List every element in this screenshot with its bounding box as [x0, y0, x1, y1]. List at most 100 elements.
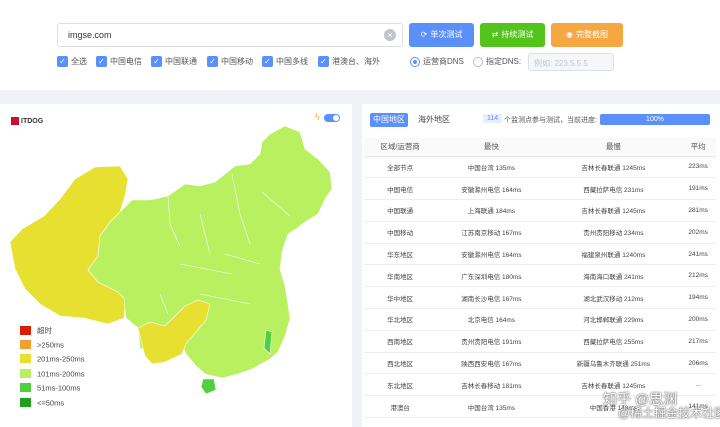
table-cell: 202ms: [680, 221, 716, 244]
legend-label: 101ms-200ms: [37, 368, 85, 378]
table-row: 华南地区 广东深圳电信 180ms 海南海口联通 241ms 212ms: [364, 264, 716, 288]
map-region-hainan[interactable]: [200, 378, 217, 395]
table-cell: 中国联通: [364, 199, 437, 222]
radio-custom-dns[interactable]: 指定DNS:: [473, 56, 521, 70]
table-cell: 华北地区: [364, 308, 437, 331]
table-cell: 212ms: [680, 264, 716, 288]
legend-label: <=50ms: [37, 397, 65, 407]
checkbox-overseas[interactable]: ✓ 港澳台、海外: [318, 56, 380, 70]
table-cell: 吉林长春联通 1245ms: [546, 199, 681, 222]
table-header-cell: 最慢: [546, 138, 681, 157]
clear-icon[interactable]: ×: [384, 29, 396, 41]
map-region-east[interactable]: [87, 125, 333, 379]
table-cell: 河北邯郸联通 229ms: [546, 308, 681, 331]
table-cell: 广东深圳电信 180ms: [436, 264, 547, 288]
table-cell: 194ms: [680, 286, 716, 310]
table-cell: ...: [680, 373, 716, 397]
table-row: 华北地区 北京电信 164ms 河北邯郸联通 229ms 200ms: [364, 308, 716, 331]
radio-operator-dns[interactable]: 运营商DNS: [410, 56, 464, 70]
tab-overseas[interactable]: 海外地区: [415, 113, 453, 127]
search-input[interactable]: imgse.com ×: [57, 23, 403, 47]
refresh-icon: ⟳: [420, 30, 428, 39]
checkbox-label: 中国多线: [276, 57, 308, 66]
table-cell: 西南地区: [364, 330, 437, 353]
radio-dot: [410, 56, 420, 67]
loop-icon: ⇄: [491, 30, 499, 39]
table-cell: 281ms: [680, 199, 716, 222]
watermark: @稀土掘金技术社区: [618, 406, 720, 420]
table-cell: 上海联通 184ms: [436, 199, 547, 222]
legend-item: 超时: [20, 325, 85, 340]
check-icon: ✓: [207, 56, 218, 67]
checkbox-label: 中国移动: [221, 57, 253, 66]
table-cell: 200ms: [680, 308, 716, 331]
radio-label: 运营商DNS: [423, 57, 464, 66]
table-cell: 港澳台: [364, 395, 437, 419]
table-cell: 西藏拉萨电信 231ms: [546, 177, 681, 201]
legend-label: 51ms-100ms: [37, 383, 81, 393]
checkbox-unicom[interactable]: ✓ 中国联通: [151, 56, 197, 70]
check-icon: ✓: [151, 56, 162, 67]
table-row: 中国移动 江苏南京移动 167ms 贵州贵阳移动 234ms 202ms: [364, 221, 716, 244]
screenshot-button[interactable]: ◉ 完整截图: [551, 23, 623, 47]
legend-swatch: [20, 339, 31, 349]
legend-item: <=50ms: [20, 397, 85, 413]
check-icon: ✓: [96, 56, 107, 67]
single-test-button[interactable]: ⟳ 单次测试: [409, 23, 474, 47]
table-cell: 中国台湾 135ms: [436, 395, 547, 419]
table-cell: 吉林长春移动 181ms: [436, 373, 547, 397]
table-row: 华中地区 湖南长沙电信 167ms 湖北武汉移动 212ms 194ms: [364, 286, 716, 310]
checkbox-multiline[interactable]: ✓ 中国多线: [262, 56, 308, 70]
table-cell: 217ms: [680, 330, 716, 353]
legend-swatch: [20, 354, 31, 364]
progress-text: 个监测点参与测试，当前进度:: [504, 117, 597, 124]
table-row: 西南地区 贵州贵阳电信 191ms 西藏拉萨电信 255ms 217ms: [364, 330, 716, 353]
table-cell: 江苏南京移动 167ms: [436, 221, 547, 244]
table-cell: 海南海口联通 241ms: [546, 264, 681, 288]
legend-item: 101ms-200ms: [20, 368, 85, 384]
table-cell: 西北地区: [364, 352, 437, 375]
node-count-badge: 114: [483, 114, 503, 123]
table-row: 中国联通 上海联通 184ms 吉林长春联通 1245ms 281ms: [364, 199, 716, 222]
table-header-cell: 平均: [680, 138, 716, 157]
continuous-test-button[interactable]: ⇄ 持续测试: [480, 23, 545, 47]
table-cell: 福建泉州联通 1240ms: [546, 243, 681, 266]
table-cell: 贵州贵阳电信 191ms: [436, 330, 547, 353]
legend-label: 201ms-250ms: [37, 354, 85, 364]
check-icon: ✓: [318, 56, 329, 67]
table-cell: 安徽滁州电信 164ms: [436, 177, 547, 201]
dns-input[interactable]: 例如: 223.5.5.5: [528, 53, 614, 71]
search-value[interactable]: imgse.com: [68, 30, 112, 40]
screenshot-label: 完整截图: [575, 30, 608, 39]
table-cell: 贵州贵阳移动 234ms: [546, 221, 681, 244]
check-icon: ✓: [57, 56, 68, 67]
table-cell: 中国电信: [364, 177, 437, 201]
checkbox-mobile[interactable]: ✓ 中国移动: [207, 56, 253, 70]
table-cell: 西藏拉萨电信 255ms: [546, 330, 681, 353]
continuous-test-label: 持续测试: [501, 30, 534, 39]
table-cell: 中国台湾 135ms: [436, 156, 547, 179]
tab-china[interactable]: 中国地区: [370, 113, 408, 127]
checkbox-select-all[interactable]: ✓ 全选: [57, 56, 87, 70]
table-cell: 华南地区: [364, 264, 437, 288]
table-cell: 华中地区: [364, 286, 437, 310]
checkbox-telecom[interactable]: ✓ 中国电信: [96, 56, 142, 70]
radio-dot: [473, 56, 483, 67]
single-test-label: 单次测试: [430, 30, 463, 39]
table-cell: 华东地区: [364, 243, 437, 266]
table-cell: 湖北武汉移动 212ms: [546, 286, 681, 310]
table-cell: 北京电信 164ms: [436, 308, 547, 331]
table-row: 西北地区 陕西西安电信 167ms 新疆乌鲁木齐联通 251ms 206ms: [364, 352, 716, 375]
table-cell: 241ms: [680, 243, 716, 266]
table-row: 全部节点 中国台湾 135ms 吉林长春联通 1245ms 223ms: [364, 156, 716, 179]
checkbox-label: 中国联通: [165, 57, 197, 66]
radio-label: 指定DNS:: [486, 57, 522, 66]
table-cell: 新疆乌鲁木齐联通 251ms: [546, 352, 681, 375]
legend-swatch: [20, 397, 31, 407]
checkbox-label: 中国电信: [110, 57, 142, 66]
checkbox-label: 港澳台、海外: [332, 57, 380, 66]
results-table: 区域/运营商 最快 最慢 平均 全部节点 中国台湾 135ms 吉林长春联通 1245ms…: [364, 138, 716, 419]
legend-item: 51ms-100ms: [20, 383, 85, 398]
legend-label: >250ms: [37, 339, 64, 349]
camera-icon: ◉: [566, 30, 573, 39]
